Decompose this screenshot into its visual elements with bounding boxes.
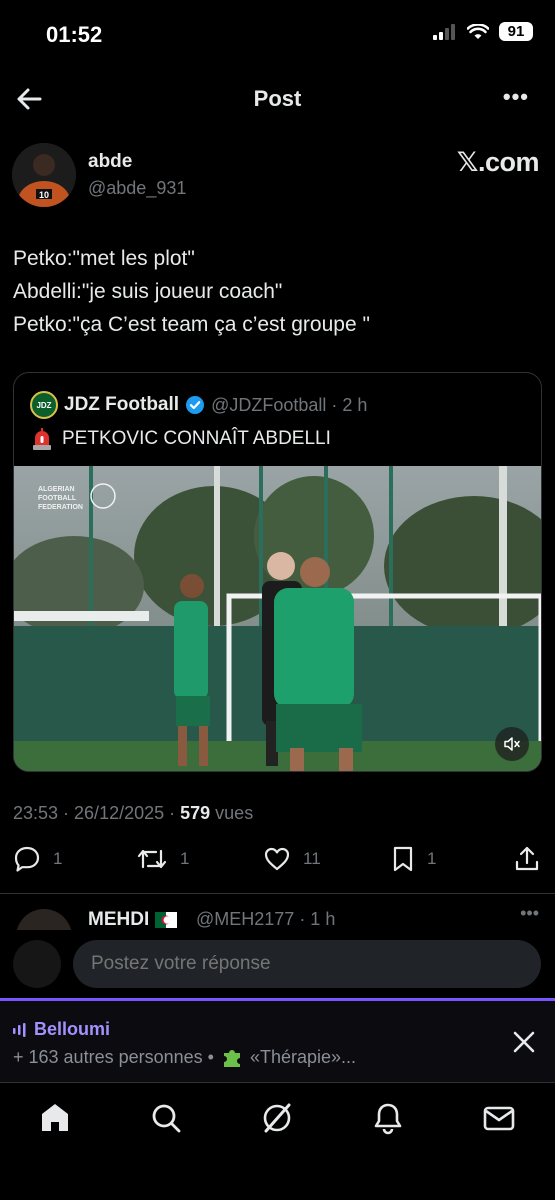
reply-count: 1 [53,849,63,868]
space-host: Belloumi [12,1019,110,1040]
quote-header: JDZ JDZ Football @JDZFootball · 2 h [30,391,367,419]
search-icon[interactable] [149,1101,183,1135]
share-button[interactable] [513,845,541,873]
status-icons: 91 [433,22,533,41]
quote-video[interactable]: ALGERIAN FOOTBALL FEDERATION [14,466,541,771]
reply-avatar[interactable] [16,909,72,931]
repost-icon [137,849,167,869]
post-line: Abdelli:"je suis joueur coach" [13,280,283,303]
post-line: Petko:"met les plot" [13,247,195,270]
reply-button[interactable]: 1 [13,845,62,873]
bookmark-count: 1 [427,849,437,868]
quote-avatar: JDZ [30,391,58,419]
avatar [13,940,61,988]
source-label: 𝕏.com [456,147,540,177]
home-icon[interactable] [38,1101,72,1135]
like-button[interactable]: 11 [263,845,321,873]
repost-button[interactable]: 1 [136,845,189,873]
post-author: 10 abde @abde_931 𝕏.com [12,143,543,209]
reply-author-label: MEHDI [88,909,150,930]
reply-icon [14,846,40,872]
space-host-label: Belloumi [34,1019,111,1039]
svg-text:10: 10 [39,190,49,200]
close-icon[interactable] [511,1029,537,1055]
watermark-line: ALGERIAN [38,486,75,493]
reply-composer [0,930,555,998]
mute-button[interactable] [495,727,529,761]
views-label: vues [210,803,254,823]
views-count: 579 [180,803,211,823]
wifi-icon [467,23,489,39]
repost-count: 1 [180,849,190,868]
more-icon[interactable]: ••• [503,84,529,110]
reply-preview[interactable]: MEHDI @MEH2177 · 1 h ••• [0,895,555,931]
battery-indicator: 91 [499,22,533,41]
post-timestamp: 23:53 · 26/12/2025 · [13,803,181,823]
notifications-icon[interactable] [371,1101,405,1135]
grok-icon[interactable] [260,1101,294,1135]
author-name[interactable]: abde [88,151,132,173]
mute-icon [504,737,520,751]
siren-icon [33,428,51,450]
signal-icon [433,23,455,40]
reply-author-handle: @MEH2177 · 1 h [196,909,336,929]
quote-text-label: PETKOVIC CONNAÎT ABDELLI [62,428,331,449]
quote-author-name: JDZ Football [64,394,180,415]
space-listeners: + 163 autres personnes • [13,1046,214,1067]
status-bar: 01:52 91 [0,0,555,70]
post-line: Petko:"ça C’est team ça c’est groupe " [13,313,370,336]
divider [0,893,555,894]
live-space-bar[interactable]: Belloumi + 163 autres personnes • «Théra… [0,998,555,1082]
watermark-line: FEDERATION [38,504,83,511]
author-handle[interactable]: @abde_931 [88,178,186,199]
post-meta: 23:53 · 26/12/2025 · 579 vues [13,803,253,824]
top-bar: Post ••• [0,70,555,130]
live-audio-icon [13,1022,26,1037]
post-text: Petko:"met les plot" Abdelli:"je suis jo… [13,242,543,341]
space-subtitle: + 163 autres personnes • «Thérapie»... [13,1045,356,1069]
reply-author-name: MEHDI [88,909,178,931]
quote-text: PETKOVIC CONNAÎT ABDELLI [30,427,331,451]
quote-author-handle: @JDZFootball · 2 h [211,394,368,415]
bottom-tab-bar [0,1082,555,1200]
post-actions: 1 1 11 1 [13,845,543,883]
watermark-line: FOOTBALL [38,495,77,502]
like-icon [264,847,290,871]
status-time: 01:52 [46,22,103,47]
algeria-flag-icon [155,912,178,928]
more-icon[interactable]: ••• [520,903,539,924]
bookmark-button[interactable]: 1 [391,845,436,873]
share-icon [515,846,539,871]
page-title: Post [253,86,302,111]
quoted-post[interactable]: JDZ JDZ Football @JDZFootball · 2 h PETK… [13,372,542,772]
bookmark-icon [393,846,413,872]
messages-icon[interactable] [482,1101,516,1135]
space-topic: «Thérapie»... [249,1046,357,1067]
like-count: 11 [303,849,321,868]
puzzle-icon [223,1050,240,1067]
reply-input[interactable] [73,940,541,988]
verified-icon [186,396,205,414]
avatar[interactable]: 10 [12,143,76,207]
